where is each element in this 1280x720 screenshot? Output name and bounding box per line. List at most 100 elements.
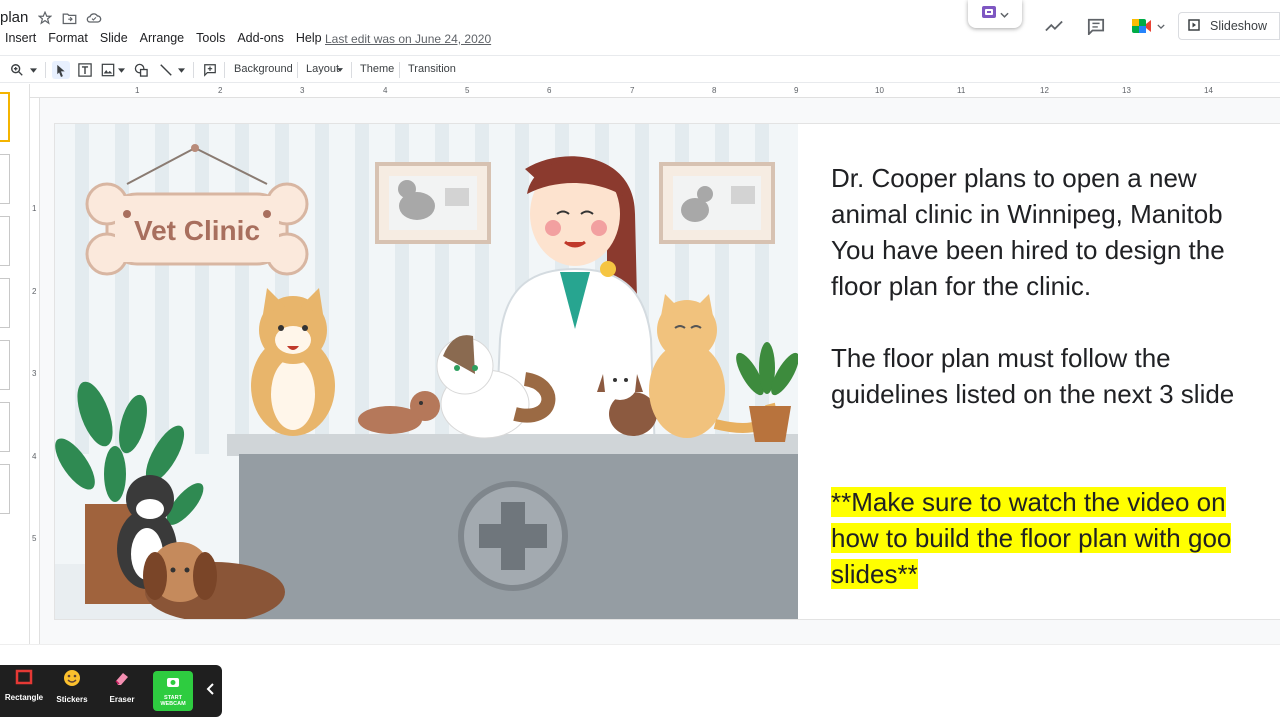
- toolbar-divider: [297, 62, 298, 78]
- ruler-number: 13: [1122, 86, 1131, 95]
- slide-thumbnail[interactable]: [0, 154, 10, 204]
- slide-canvas: 1 2 3 4 5 6 7 8 9 10 11 12 13 14 1 2 3 4…: [30, 84, 1280, 644]
- vet-clinic-illustration[interactable]: Vet Clinic: [55, 124, 799, 619]
- current-slide[interactable]: Vet Clinic Dr. Cooper plans to open a ne…: [55, 124, 1280, 619]
- image-chevron-icon[interactable]: [115, 61, 127, 79]
- rectangle-label: Rectangle: [4, 693, 44, 702]
- ruler-number: 12: [1040, 86, 1049, 95]
- menu-slide[interactable]: Slide: [100, 31, 128, 45]
- line-chevron-icon[interactable]: [175, 61, 187, 79]
- star-icon[interactable]: [37, 10, 53, 26]
- slide-thumbnail-active[interactable]: [0, 92, 10, 142]
- menu-tools[interactable]: Tools: [196, 31, 225, 45]
- stickers-label: Stickers: [56, 695, 88, 704]
- background-button[interactable]: Background: [234, 63, 293, 75]
- last-edit-link[interactable]: Last edit was on June 24, 2020: [325, 32, 491, 46]
- webcam-label-line-2: WEBCAM: [160, 701, 186, 707]
- paragraph-line: You have been hired to design the: [831, 235, 1225, 265]
- menu-arrange[interactable]: Arrange: [140, 31, 184, 45]
- extension-button[interactable]: [968, 0, 1022, 28]
- ruler-number: 5: [465, 86, 470, 95]
- ruler-number: 7: [630, 86, 635, 95]
- ruler-number: 1: [135, 86, 140, 95]
- menu-bar: Insert Format Slide Arrange Tools Add-on…: [5, 31, 334, 45]
- comments-icon[interactable]: [1085, 15, 1107, 37]
- slideshow-label: Slideshow: [1210, 19, 1267, 33]
- ruler-number: 2: [32, 287, 37, 296]
- slide-paragraph-intro[interactable]: Dr. Cooper plans to open a new animal cl…: [831, 160, 1225, 304]
- ruler-number: 14: [1204, 86, 1213, 95]
- layout-chevron-icon[interactable]: [336, 61, 344, 79]
- ruler-number: 11: [957, 86, 966, 95]
- zoom-icon[interactable]: [8, 61, 26, 79]
- app-header: plan Insert Format Slide Arrange Tools A…: [0, 0, 1280, 52]
- ruler-number: 8: [712, 86, 717, 95]
- slide-filmstrip: [0, 84, 30, 644]
- paragraph-line: animal clinic in Winnipeg, Manitob: [831, 199, 1223, 229]
- eraser-label: Eraser: [109, 695, 135, 704]
- ruler-number: 3: [300, 86, 305, 95]
- line-icon[interactable]: [157, 61, 175, 79]
- highlighted-line: slides**: [831, 559, 918, 589]
- text-box-icon[interactable]: [76, 61, 94, 79]
- meet-icon[interactable]: [1130, 15, 1166, 37]
- paragraph-line: Dr. Cooper plans to open a new: [831, 163, 1197, 193]
- slide-thumbnail[interactable]: [0, 402, 10, 452]
- menu-format[interactable]: Format: [48, 31, 88, 45]
- highlighted-line: how to build the floor plan with goo: [831, 523, 1232, 553]
- menu-add-ons[interactable]: Add-ons: [237, 31, 284, 45]
- add-comment-icon[interactable]: [201, 61, 219, 79]
- webcam-icon: [166, 675, 180, 693]
- ruler-number: 6: [547, 86, 552, 95]
- toolbar: Background Layout Theme Transition: [0, 55, 1280, 83]
- paragraph-line: floor plan for the clinic.: [831, 271, 1092, 301]
- slide-paragraph-guidelines[interactable]: The floor plan must follow the guideline…: [831, 340, 1234, 412]
- ruler-number: 2: [218, 86, 223, 95]
- horizontal-ruler: 1 2 3 4 5 6 7 8 9 10 11 12 13 14: [30, 84, 1280, 98]
- shape-icon[interactable]: [132, 61, 150, 79]
- slide-highlighted-note[interactable]: **Make sure to watch the video on how to…: [831, 484, 1232, 592]
- ruler-number: 4: [383, 86, 388, 95]
- menu-help[interactable]: Help: [296, 31, 322, 45]
- chevron-down-icon: [1000, 5, 1009, 23]
- eraser-icon: [113, 669, 131, 692]
- screen-recorder-toolbar: Rectangle Stickers Eraser START WEBCAM: [0, 665, 222, 717]
- menu-insert[interactable]: Insert: [5, 31, 36, 45]
- document-title[interactable]: plan: [0, 9, 28, 26]
- toolbar-divider: [224, 62, 225, 78]
- ruler-number: 4: [32, 452, 37, 461]
- toolbar-divider: [45, 62, 46, 78]
- toolbar-divider: [351, 62, 352, 78]
- toolbar-divider: [399, 62, 400, 78]
- stickers-tool-button[interactable]: Stickers: [48, 669, 96, 713]
- extension-icon: [981, 4, 997, 25]
- rectangle-tool-button[interactable]: Rectangle: [0, 669, 48, 713]
- select-cursor-icon[interactable]: [52, 61, 70, 79]
- slide-thumbnail[interactable]: [0, 464, 10, 514]
- eraser-tool-button[interactable]: Eraser: [98, 669, 146, 713]
- chevron-left-icon: [206, 682, 214, 700]
- slide-thumbnail[interactable]: [0, 340, 10, 390]
- paragraph-line: The floor plan must follow the: [831, 343, 1171, 373]
- activity-trend-icon[interactable]: [1043, 15, 1065, 37]
- slide-thumbnail[interactable]: [0, 216, 10, 266]
- cloud-status-icon[interactable]: [86, 10, 102, 26]
- present-icon: [1188, 18, 1200, 34]
- theme-button[interactable]: Theme: [360, 63, 394, 75]
- ruler-number: 3: [32, 369, 37, 378]
- rectangle-icon: [15, 669, 33, 690]
- zoom-chevron-icon[interactable]: [27, 61, 39, 79]
- highlighted-line: **Make sure to watch the video on: [831, 487, 1226, 517]
- transition-button[interactable]: Transition: [408, 63, 456, 75]
- ruler-number: 9: [794, 86, 799, 95]
- start-webcam-button[interactable]: START WEBCAM: [153, 671, 193, 711]
- slide-thumbnail[interactable]: [0, 278, 10, 328]
- move-to-folder-icon[interactable]: [61, 10, 77, 26]
- ruler-number: 1: [32, 204, 37, 213]
- smiley-sticker-icon: [63, 669, 81, 692]
- collapse-toolbar-button[interactable]: [200, 681, 220, 701]
- layout-button[interactable]: Layout: [306, 63, 339, 75]
- ruler-number: 5: [32, 534, 37, 543]
- paragraph-line: guidelines listed on the next 3 slide: [831, 379, 1235, 409]
- slideshow-button[interactable]: Slideshow: [1178, 12, 1280, 40]
